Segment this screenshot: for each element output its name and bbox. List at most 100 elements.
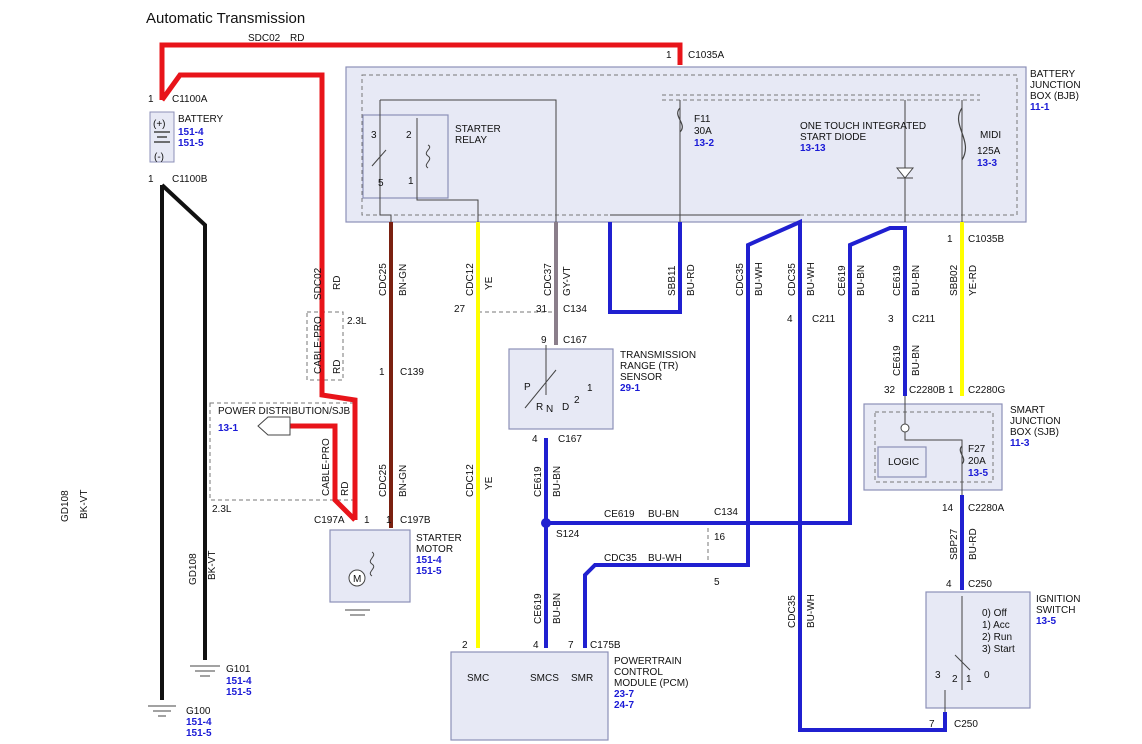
- bjb-ref: 11-1: [1030, 102, 1050, 113]
- ign-p3: 3: [935, 670, 941, 681]
- svg-text:BU-BN: BU-BN: [552, 466, 563, 497]
- svg-text:CE619: CE619: [533, 466, 544, 497]
- ign-p0: 0: [984, 670, 990, 681]
- tr-p: P: [524, 382, 531, 393]
- c211b-name: C211: [912, 314, 936, 325]
- top-wire-circuit: SDC02: [248, 33, 281, 44]
- tr-ref: 29-1: [620, 383, 640, 394]
- lbl-sbb11-c: BU-RD: [686, 264, 697, 296]
- c134a-pin: 31: [536, 304, 548, 315]
- pcm-ref2: 24-7: [614, 700, 634, 711]
- lbl-cdc12: CDC12: [465, 263, 476, 296]
- pcm-smr: SMR: [571, 673, 593, 684]
- midi-name: MIDI: [980, 130, 1001, 141]
- bjb-name2: JUNCTION: [1030, 80, 1081, 91]
- svg-text:BU-WH: BU-WH: [754, 262, 765, 296]
- sm-m: M: [353, 574, 361, 585]
- ground-g101-icon: [190, 665, 220, 677]
- sm-name2: MOTOR: [416, 544, 453, 555]
- tr-n: N: [546, 404, 553, 415]
- starter-motor-box: [329, 529, 411, 603]
- svg-text:BU-WH: BU-WH: [806, 594, 817, 628]
- svg-text:BU-WH: BU-WH: [806, 262, 817, 296]
- f11-name: F11: [694, 114, 711, 125]
- svg-text:GY-VT: GY-VT: [562, 266, 573, 296]
- sm-name1: STARTER: [416, 533, 462, 544]
- lbl-ce619d: CE619: [533, 466, 544, 497]
- ign-p1: 1: [966, 674, 972, 685]
- lbl-sbp27-c: BU-RD: [968, 528, 979, 560]
- splice-label: S124: [556, 529, 580, 540]
- c139-pin: 1: [379, 367, 385, 378]
- c134h2-pin: 5: [714, 577, 720, 588]
- pcm-box: [450, 651, 609, 741]
- bjb-conn-pin: 1: [666, 50, 672, 61]
- svg-text:CE619: CE619: [533, 593, 544, 624]
- svg-text:CE619: CE619: [837, 265, 848, 296]
- diode-name2: START DIODE: [800, 132, 866, 143]
- lbl-sdc02-c: RD: [332, 276, 343, 290]
- lbl-cablepro2: CABLE-PRO: [321, 438, 332, 496]
- sjb-name1: SMART: [1010, 405, 1045, 416]
- tr-1: 1: [587, 383, 593, 394]
- svg-text:CDC25: CDC25: [378, 464, 389, 497]
- c2280a-pin: 14: [942, 503, 954, 514]
- sjb-name2: JUNCTION: [1010, 416, 1061, 427]
- pcm-ref1: 23-7: [614, 689, 634, 700]
- pcm-name2: CONTROL: [614, 667, 663, 678]
- bat-label: BATTERY: [178, 114, 224, 125]
- ign-name2: SWITCH: [1036, 605, 1075, 616]
- c175b-pin7: 7: [568, 640, 574, 651]
- c211b-pin: 3: [888, 314, 894, 325]
- top-wire-color: RD: [290, 33, 304, 44]
- bat-c-top-pin: 1: [148, 94, 154, 105]
- lbl-cdc25b: CDC25: [378, 464, 389, 497]
- lbl-cdc12-c: YE: [484, 276, 495, 290]
- lbl-cdc35a: CDC35: [735, 263, 746, 296]
- svg-text:YE-RD: YE-RD: [968, 265, 979, 296]
- bjb-conn-b-pin: 1: [947, 234, 953, 245]
- svg-text:SDC02: SDC02: [313, 267, 324, 300]
- svg-text:YE: YE: [484, 476, 495, 490]
- svg-text:CDC12: CDC12: [465, 263, 476, 296]
- c250a-pin: 4: [946, 579, 952, 590]
- ign-l0: 0) Off: [982, 608, 1007, 619]
- c175b-name: C175B: [590, 640, 621, 651]
- relay-name2: RELAY: [455, 135, 487, 146]
- tr-d: D: [562, 402, 569, 413]
- c139-name: C139: [400, 367, 424, 378]
- lbl-ce619c-c: BU-BN: [911, 345, 922, 376]
- f11-amp: 30A: [694, 126, 712, 137]
- svg-text:GD108: GD108: [188, 553, 199, 585]
- c167b-name: C167: [558, 434, 582, 445]
- c197a-name: C197A: [314, 515, 345, 526]
- sjb-logic: LOGIC: [888, 457, 919, 468]
- cable-pro-len: 2.3L: [347, 316, 367, 327]
- c175b-pin2: 2: [462, 640, 468, 651]
- pcm-smcs: SMCS: [530, 673, 559, 684]
- c197b-name: C197B: [400, 515, 431, 526]
- lbl-cdc35c-c: BU-WH: [806, 594, 817, 628]
- g101-name: G101: [226, 664, 251, 675]
- g100-name: G100: [186, 706, 211, 717]
- c2280g-name: C2280G: [968, 385, 1005, 396]
- svg-text:CDC35: CDC35: [787, 263, 798, 296]
- svg-text:CE619: CE619: [892, 345, 903, 376]
- svg-text:BU-BN: BU-BN: [552, 593, 563, 624]
- lbl-sbb02: SBB02: [949, 264, 960, 296]
- svg-text:BN-GN: BN-GN: [398, 465, 409, 497]
- c167a-name: C167: [563, 335, 587, 346]
- lbl-gd108b-c: BK-VT: [79, 490, 90, 519]
- svg-text:YE: YE: [484, 276, 495, 290]
- g100-ref2: 151-5: [186, 728, 212, 739]
- lbl-cdc12b-c: YE: [484, 476, 495, 490]
- bjb-name3: BOX (BJB): [1030, 91, 1079, 102]
- midi-amp: 125A: [977, 146, 1001, 157]
- diode-ref: 13-13: [800, 143, 826, 154]
- svg-text:BK-VT: BK-VT: [79, 490, 90, 519]
- svg-text:CDC37: CDC37: [543, 263, 554, 296]
- relay-p2: 2: [406, 130, 412, 141]
- pcm-smc: SMC: [467, 673, 489, 684]
- ground-motor-icon: [345, 609, 370, 616]
- lbl-sdc02: SDC02: [313, 267, 324, 300]
